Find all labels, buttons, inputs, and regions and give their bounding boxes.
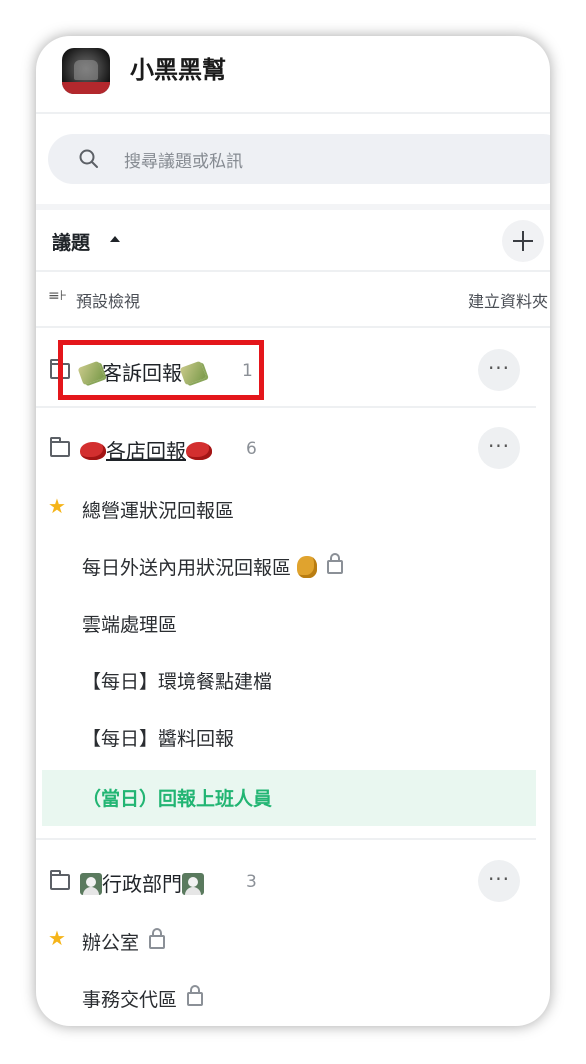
lock-icon	[187, 984, 204, 1006]
channel-name: 總營運狀況回報區	[82, 500, 235, 522]
search-input[interactable]: 搜尋議題或私訊	[48, 134, 550, 184]
person-icon	[80, 872, 102, 895]
channel-name: 每日外送內用狀況回報區	[82, 557, 292, 579]
search-placeholder: 搜尋議題或私訊	[124, 152, 243, 172]
app-logo[interactable]	[62, 48, 110, 94]
more-options-button[interactable]: ···	[478, 349, 520, 391]
topics-label[interactable]: 議題	[52, 228, 90, 255]
add-topic-button[interactable]	[502, 220, 544, 262]
app-header: 小黑黑幫	[36, 36, 550, 114]
app-frame: 小黑黑幫 搜尋議題或私訊 議題 ≡⊦ 預設檢視 建立資料夾 客訴回報 1 ···…	[36, 36, 550, 1026]
folder-title: 行政部門	[102, 872, 182, 896]
channel-name: 【每日】醬料回報	[82, 728, 235, 750]
lock-icon	[149, 927, 166, 949]
folder-row[interactable]: 各店回報 6 ···	[36, 421, 550, 477]
lock-icon	[327, 552, 344, 574]
highlight-box	[58, 340, 264, 400]
channel-item[interactable]: ★ 辦公室	[36, 914, 550, 970]
channel-item[interactable]: 【每日】環境餐點建檔	[36, 653, 550, 709]
folder-icon	[50, 870, 70, 890]
channel-name: 雲端處理區	[82, 614, 178, 636]
channel-item[interactable]: ★ 總營運狀況回報區	[36, 482, 550, 538]
channel-name: 【每日】環境餐點建檔	[82, 671, 273, 693]
folder-name[interactable]: 各店回報	[80, 435, 212, 464]
default-view-label[interactable]: 預設檢視	[76, 288, 140, 312]
meat-icon	[186, 441, 212, 460]
divider	[36, 406, 536, 408]
divider	[36, 838, 536, 840]
channel-name: 事務交代區	[82, 989, 178, 1011]
folder-name[interactable]: 行政部門	[80, 868, 204, 897]
channel-name-wrap: 辦公室	[82, 927, 166, 955]
meat-icon	[80, 441, 106, 460]
hand-icon	[297, 555, 318, 578]
channel-name-wrap: 每日外送內用狀況回報區	[82, 552, 344, 580]
channel-item[interactable]: 雲端處理區	[36, 596, 550, 652]
app-title: 小黑黑幫	[130, 56, 226, 84]
folder-row[interactable]: 行政部門 3 ···	[36, 854, 550, 910]
topics-header: 議題	[36, 212, 550, 272]
channel-item[interactable]: 【每日】醬料回報	[36, 710, 550, 766]
folder-count: 6	[246, 439, 257, 459]
star-icon: ★	[48, 926, 66, 950]
caret-up-icon[interactable]	[110, 236, 120, 242]
star-icon: ★	[48, 494, 66, 518]
channel-item[interactable]: 事務交代區	[36, 971, 550, 1026]
channel-item-active[interactable]: （當日）回報上班人員	[42, 770, 536, 826]
search-icon	[79, 149, 98, 168]
channel-name: （當日）回報上班人員	[82, 788, 273, 810]
folder-count: 3	[246, 872, 257, 892]
person-icon	[182, 872, 204, 895]
more-options-button[interactable]: ···	[478, 427, 520, 469]
folder-icon	[50, 437, 70, 457]
sort-icon[interactable]: ≡⊦	[48, 288, 67, 304]
view-options-row: ≡⊦ 預設檢視 建立資料夾	[36, 272, 550, 328]
section-separator	[36, 204, 550, 210]
channel-name: 辦公室	[82, 932, 140, 954]
create-folder-button[interactable]: 建立資料夾	[468, 288, 548, 312]
channel-item[interactable]: 每日外送內用狀況回報區	[36, 539, 550, 595]
channel-name-wrap: 事務交代區	[82, 984, 204, 1012]
more-options-button[interactable]: ···	[478, 860, 520, 902]
folder-title: 各店回報	[106, 439, 186, 463]
